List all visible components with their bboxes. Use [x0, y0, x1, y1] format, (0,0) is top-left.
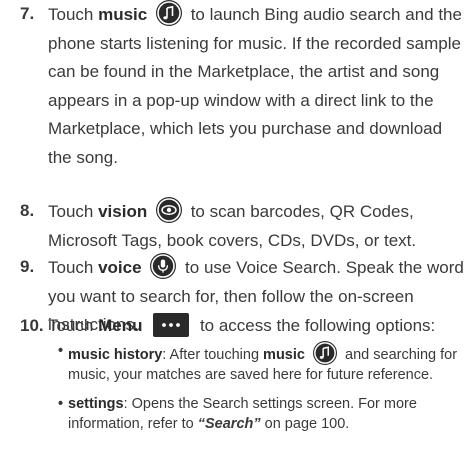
keyword-music: music	[263, 347, 305, 363]
step-pre-text: Touch	[48, 258, 99, 277]
keyword-vision: vision	[98, 202, 148, 221]
music-note-icon	[155, 0, 182, 26]
cross-reference-link[interactable]: “Search”	[198, 416, 261, 432]
step-pre-text: Touch	[48, 202, 99, 221]
keyword-music: music	[98, 5, 148, 24]
step-number: 10.	[20, 316, 44, 335]
step-number: 9.	[20, 257, 35, 276]
list-item: • music history: After touching music an…	[58, 341, 468, 385]
option-pre-text: : After touching	[162, 347, 264, 363]
step-10: 10. Touch Menu to access the following o…	[20, 312, 466, 341]
list-item: • settings: Opens the Search settings sc…	[58, 394, 468, 434]
step-number: 8.	[20, 201, 35, 220]
microphone-icon	[150, 253, 177, 279]
step-pre-text: Touch	[48, 316, 99, 335]
step-post-text: to access the following options:	[199, 316, 436, 335]
options-list: • music history: After touching music an…	[58, 341, 468, 434]
step-text: Touch Menu to access the following optio…	[48, 312, 466, 341]
step-7: 7. Touch music to launch Bing audio sear…	[20, 0, 466, 172]
bullet-dot: •	[58, 396, 64, 412]
keyword-menu: Menu	[98, 316, 143, 335]
document-page: 7. Touch music to launch Bing audio sear…	[0, 0, 474, 459]
step-number: 7.	[20, 4, 35, 23]
step-pre-text: Touch	[48, 5, 99, 24]
keyword-voice: voice	[98, 258, 142, 277]
step-post-text: to launch Bing audio search and the phon…	[48, 5, 462, 167]
bullet-dot: •	[58, 343, 64, 359]
option-post-text: on page 100.	[260, 416, 350, 432]
music-note-icon	[313, 341, 337, 365]
step-8: 8. Touch vision to scan barcodes, QR Cod…	[20, 197, 466, 255]
option-term: music history	[68, 347, 163, 363]
option-term: settings	[68, 396, 124, 412]
ellipsis-icon	[153, 313, 190, 337]
step-text: Touch music to launch Bing audio search …	[48, 0, 466, 172]
eye-icon	[155, 197, 182, 223]
step-text: Touch vision to scan barcodes, QR Codes,…	[48, 197, 466, 255]
